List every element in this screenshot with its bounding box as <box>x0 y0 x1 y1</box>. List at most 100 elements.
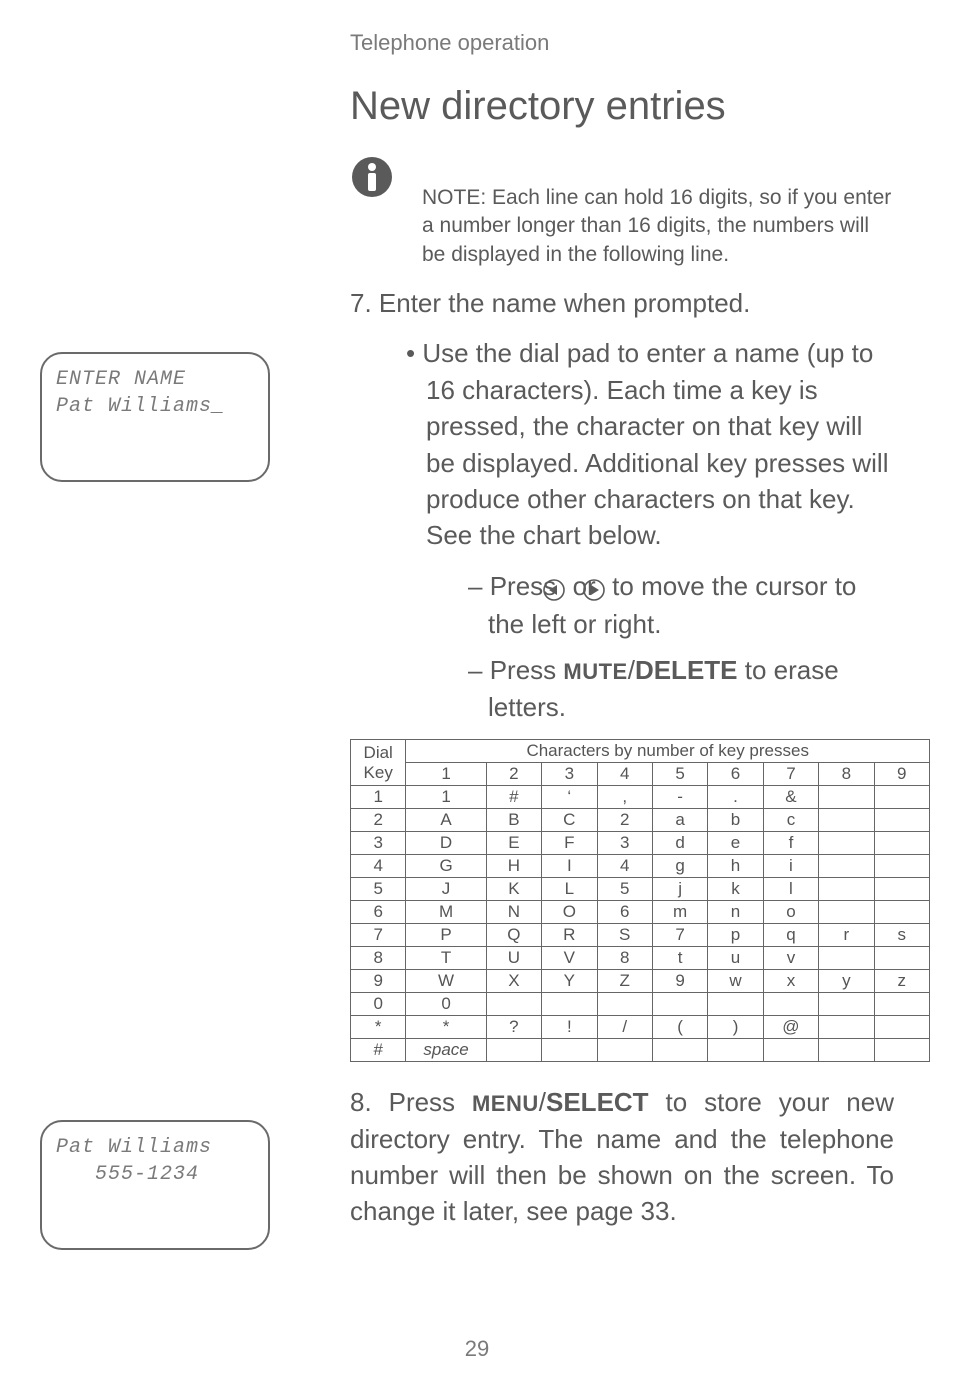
table-cell: u <box>708 947 763 970</box>
table-col-header: 5 <box>652 763 707 786</box>
table-cell <box>819 993 874 1016</box>
table-cell <box>486 1039 541 1062</box>
table-cell: C <box>542 809 597 832</box>
table-cell: M <box>406 901 486 924</box>
table-cell: y <box>819 970 874 993</box>
table-cell: T <box>406 947 486 970</box>
table-cell: r <box>819 924 874 947</box>
table-cell: v <box>763 947 818 970</box>
step-7: 7. Enter the name when prompted. <box>350 285 894 321</box>
step-7-dash-1: Press or to move the cursor to the left … <box>468 568 894 643</box>
table-cell: / <box>597 1016 652 1039</box>
table-cell: ) <box>708 1016 763 1039</box>
table-cell: q <box>763 924 818 947</box>
table-cell <box>652 993 707 1016</box>
table-cell <box>819 786 874 809</box>
table-col-header: 2 <box>486 763 541 786</box>
table-col-header: 1 <box>406 763 486 786</box>
table-cell <box>874 878 929 901</box>
table-header-span: Characters by number of key presses <box>406 740 930 763</box>
table-cell: K <box>486 878 541 901</box>
table-cell <box>874 1039 929 1062</box>
table-cell: ‘ <box>542 786 597 809</box>
table-cell: n <box>708 901 763 924</box>
lcd-line: Pat Williams_ <box>56 393 254 420</box>
key-delete: DELETE <box>635 655 738 685</box>
table-cell: * <box>406 1016 486 1039</box>
table-cell: ! <box>542 1016 597 1039</box>
table-cell: J <box>406 878 486 901</box>
table-cell: o <box>763 901 818 924</box>
info-icon <box>350 155 394 204</box>
table-cell: @ <box>763 1016 818 1039</box>
table-cell: c <box>763 809 818 832</box>
table-row: 4GHI4ghi <box>351 855 930 878</box>
table-cell: U <box>486 947 541 970</box>
table-col-header: 3 <box>542 763 597 786</box>
table-cell: 1 <box>406 786 486 809</box>
table-col-header: 9 <box>874 763 929 786</box>
table-cell: 7 <box>652 924 707 947</box>
table-header-dialkey: DialKey <box>351 740 406 786</box>
lcd-display-stored: Pat Williams 555-1234 <box>40 1120 270 1250</box>
step-8: 8. Press MENU/SELECT to store your new d… <box>350 1084 894 1230</box>
table-cell <box>819 832 874 855</box>
table-cell: k <box>708 878 763 901</box>
table-key-cell: # <box>351 1039 406 1062</box>
table-cell: Y <box>542 970 597 993</box>
table-cell: a <box>652 809 707 832</box>
table-cell: - <box>652 786 707 809</box>
table-cell: A <box>406 809 486 832</box>
text: Press <box>490 655 564 685</box>
key-select: SELECT <box>546 1087 649 1117</box>
table-row: 5JKL5jkl <box>351 878 930 901</box>
table-cell <box>874 1016 929 1039</box>
table-cell <box>652 1039 707 1062</box>
lcd-line: Pat Williams <box>56 1134 254 1161</box>
table-cell <box>542 993 597 1016</box>
table-key-cell: 3 <box>351 832 406 855</box>
table-cell: Q <box>486 924 541 947</box>
table-cell: X <box>486 970 541 993</box>
table-cell: z <box>874 970 929 993</box>
table-cell <box>708 993 763 1016</box>
table-cell: B <box>486 809 541 832</box>
table-col-header: 7 <box>763 763 818 786</box>
table-cell <box>708 1039 763 1062</box>
table-key-cell: 8 <box>351 947 406 970</box>
table-cell: & <box>763 786 818 809</box>
text: / <box>539 1087 546 1117</box>
table-key-cell: 0 <box>351 993 406 1016</box>
table-cell: , <box>597 786 652 809</box>
page-number: 29 <box>0 1336 954 1362</box>
table-cell: E <box>486 832 541 855</box>
table-cell: . <box>708 786 763 809</box>
table-cell <box>819 947 874 970</box>
table-cell: 8 <box>597 947 652 970</box>
table-cell: ( <box>652 1016 707 1039</box>
table-cell <box>819 901 874 924</box>
text: / <box>628 655 635 685</box>
table-cell: ? <box>486 1016 541 1039</box>
table-cell: 0 <box>406 993 486 1016</box>
table-row: 8TUV8tuv <box>351 947 930 970</box>
table-row: 9WXYZ9wxyz <box>351 970 930 993</box>
table-col-header: 4 <box>597 763 652 786</box>
table-cell: 3 <box>597 832 652 855</box>
note-block: NOTE: Each line can hold 16 digits, so i… <box>350 155 894 269</box>
table-cell <box>763 993 818 1016</box>
table-row: 2ABC2abc <box>351 809 930 832</box>
table-cell: # <box>486 786 541 809</box>
table-cell: t <box>652 947 707 970</box>
table-cell <box>542 1039 597 1062</box>
table-cell: 2 <box>597 809 652 832</box>
table-cell: b <box>708 809 763 832</box>
table-cell: R <box>542 924 597 947</box>
text: 8. Press <box>350 1087 472 1117</box>
table-cell: f <box>763 832 818 855</box>
table-cell: P <box>406 924 486 947</box>
table-key-cell: 9 <box>351 970 406 993</box>
lcd-display-enter-name: ENTER NAME Pat Williams_ <box>40 352 270 482</box>
table-cell <box>486 993 541 1016</box>
table-cell: p <box>708 924 763 947</box>
